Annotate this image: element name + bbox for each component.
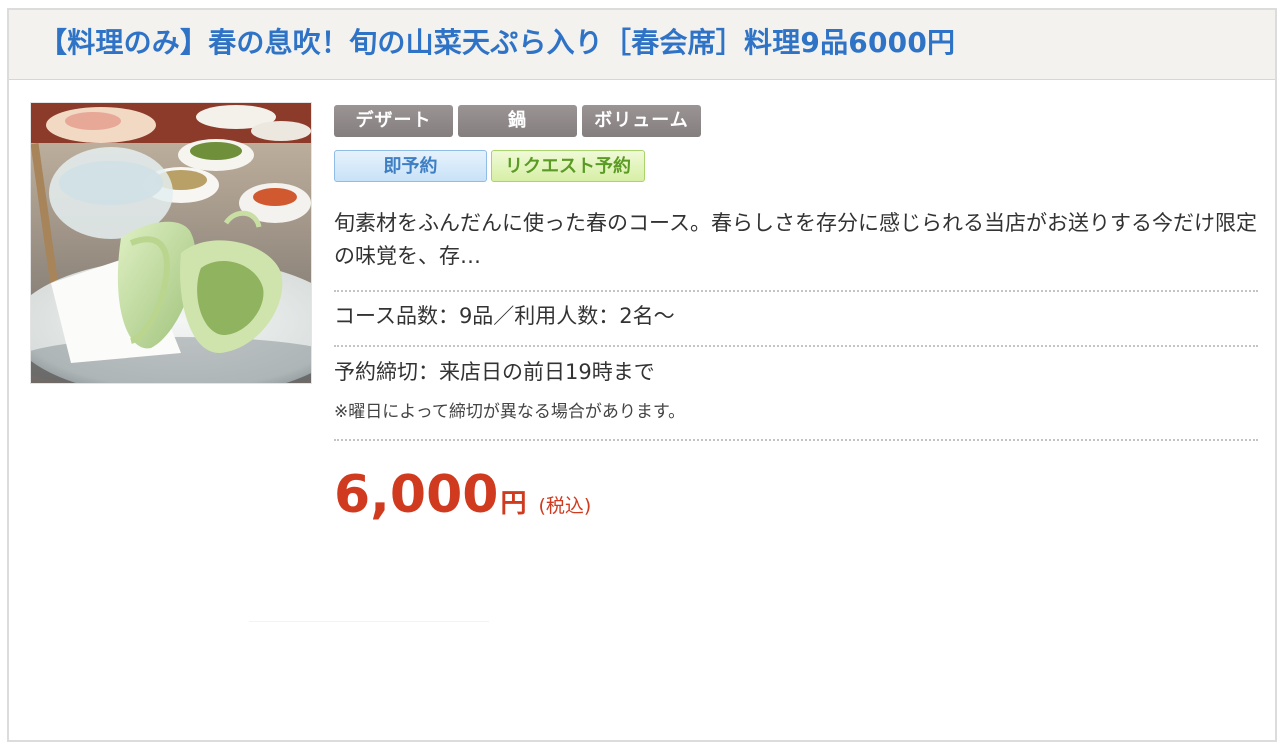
reservation-deadline: 予約締切：来店日の前日19時まで — [334, 360, 655, 384]
course-price: 6,000円 (税込) — [334, 463, 591, 527]
price-unit: 円 — [500, 489, 527, 519]
tag-dessert: デザート — [334, 105, 453, 137]
genre-tags: デザート鍋ボリューム — [334, 105, 706, 137]
course-title-link[interactable]: 【料理のみ】春の息吹！旬の山菜天ぷら入り［春会席］料理9品6000円 — [39, 25, 955, 61]
course-card: 【料理のみ】春の息吹！旬の山菜天ぷら入り［春会席］料理9品6000円 デザート … — [7, 8, 1277, 742]
request-reservation-badge: リクエスト予約 — [491, 150, 645, 182]
instant-reservation-badge: 即予約 — [334, 150, 487, 182]
faint-divider — [249, 621, 489, 622]
course-photo[interactable] — [30, 102, 312, 384]
divider — [334, 439, 1258, 441]
deadline-note: ※曜日によって締切が異なる場合があります。 — [334, 402, 686, 422]
tag-volume: ボリューム — [582, 105, 701, 137]
price-amount: 6,000 — [334, 465, 499, 525]
reservation-types: 即予約 リクエスト予約 — [334, 150, 649, 182]
divider — [334, 345, 1258, 347]
course-description: 旬素材をふんだんに使った春のコース。春らしさを存分に感じられる当店がお送りする今… — [334, 211, 1257, 268]
tag-nabe: 鍋 — [458, 105, 577, 137]
course-header: 【料理のみ】春の息吹！旬の山菜天ぷら入り［春会席］料理9品6000円 — [9, 10, 1275, 80]
price-tax-note: (税込) — [538, 495, 592, 517]
divider — [334, 290, 1258, 292]
tempura-photo-illustration — [31, 103, 311, 383]
course-info: コース品数：9品／利用人数：2名～ — [334, 304, 675, 328]
